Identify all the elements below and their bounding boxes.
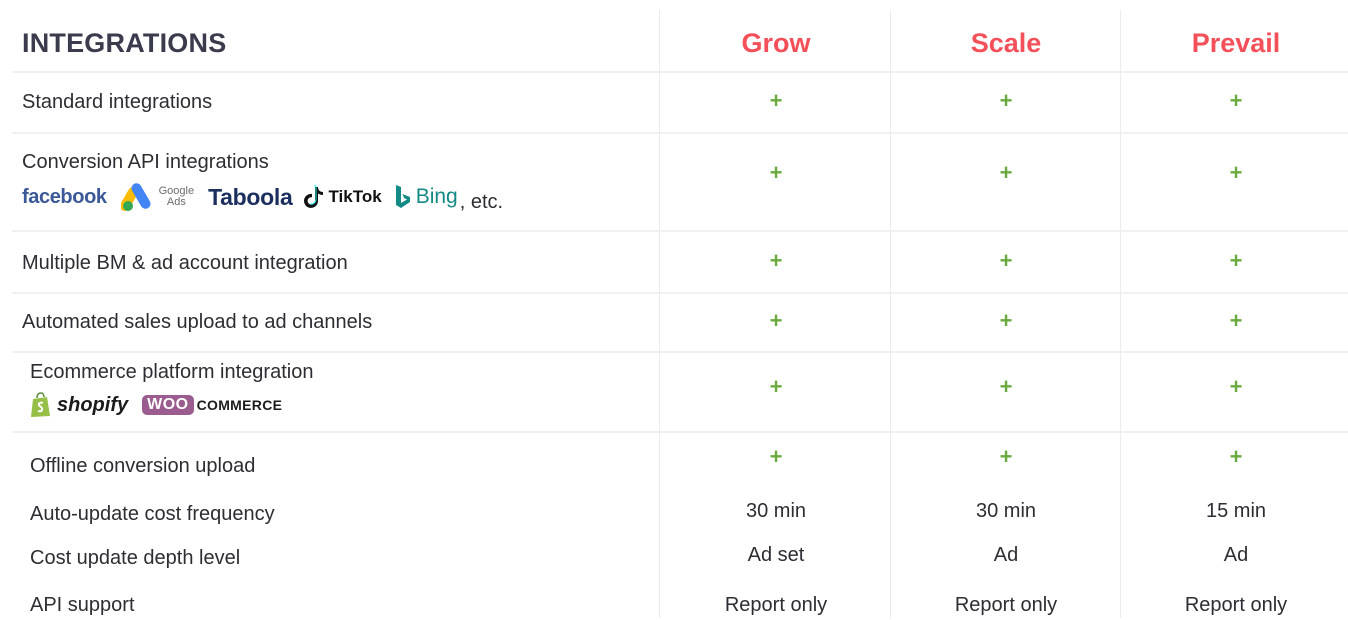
feature-check: + — [769, 374, 783, 399]
feature-value: Ad — [1223, 544, 1249, 566]
row-divider — [12, 351, 1348, 353]
feature-value: 30 min — [975, 500, 1037, 522]
feature-label: Auto-update cost frequency — [30, 503, 275, 525]
feature-check: + — [769, 444, 783, 469]
feature-check: + — [999, 88, 1013, 113]
feature-label: Conversion API integrations — [22, 151, 269, 173]
row-divider — [12, 230, 1348, 232]
conversion-logos: facebook Google Ads Taboola TikTok Bing … — [22, 181, 503, 213]
section-title: INTEGRATIONS — [22, 28, 227, 58]
feature-check: + — [1229, 248, 1243, 273]
feature-check: + — [999, 444, 1013, 469]
feature-check: + — [999, 308, 1013, 333]
shopify-text: shopify — [57, 393, 129, 416]
feature-label: Standard integrations — [22, 91, 213, 113]
feature-value: 15 min — [1205, 500, 1267, 522]
etc-text: , etc. — [459, 190, 504, 213]
feature-label: Ecommerce platform integration — [30, 361, 314, 383]
row-divider — [12, 71, 1348, 73]
feature-check: + — [769, 248, 783, 273]
tiktok-icon — [304, 185, 324, 208]
feature-check: + — [1229, 160, 1243, 185]
feature-label: Automated sales upload to ad channels — [22, 311, 373, 333]
taboola-logo: Taboola — [208, 183, 293, 210]
feature-check: + — [1229, 308, 1243, 333]
woo-badge: WOO — [142, 395, 194, 415]
feature-check: + — [769, 160, 783, 185]
feature-value: Report only — [724, 594, 828, 616]
shopify-bag-icon — [31, 392, 50, 417]
feature-label: Multiple BM & ad account integration — [22, 252, 348, 274]
bing-logo: Bing — [394, 184, 458, 210]
google-ads-logo: Google Ads — [120, 183, 194, 211]
feature-label: Cost update depth level — [30, 547, 241, 569]
google-ads-subtext: Ads — [166, 196, 186, 208]
plan-header-prevail: Prevail — [1191, 28, 1281, 58]
row-divider — [12, 431, 1348, 433]
woo-commerce-text: COMMERCE — [196, 397, 283, 413]
tiktok-logo: TikTok — [304, 185, 382, 209]
feature-check: + — [999, 160, 1013, 185]
feature-check: + — [769, 88, 783, 113]
woocommerce-logo: WOO COMMERCE — [142, 395, 282, 415]
feature-label: API support — [30, 594, 135, 616]
shopify-logo: shopify — [30, 392, 128, 418]
feature-check: + — [1229, 88, 1243, 113]
feature-check: + — [769, 308, 783, 333]
feature-value: Report only — [1184, 594, 1288, 616]
feature-check: + — [1229, 374, 1243, 399]
google-ads-icon — [120, 183, 151, 211]
plan-header-grow: Grow — [741, 28, 811, 58]
feature-value: Ad — [993, 544, 1019, 566]
feature-check: + — [999, 248, 1013, 273]
row-divider — [12, 132, 1348, 134]
feature-value: 30 min — [745, 500, 807, 522]
feature-value: Report only — [954, 594, 1058, 616]
ecommerce-logos: shopify WOO COMMERCE — [30, 389, 282, 421]
feature-label: Offline conversion upload — [30, 455, 256, 477]
facebook-logo: facebook — [22, 185, 107, 208]
tiktok-text: TikTok — [328, 187, 382, 206]
bing-text: Bing — [415, 185, 458, 208]
feature-check: + — [1229, 444, 1243, 469]
feature-check: + — [999, 374, 1013, 399]
row-divider — [12, 292, 1348, 294]
bing-icon — [395, 185, 410, 208]
feature-value: Ad set — [747, 544, 805, 566]
plan-header-scale: Scale — [970, 28, 1042, 58]
